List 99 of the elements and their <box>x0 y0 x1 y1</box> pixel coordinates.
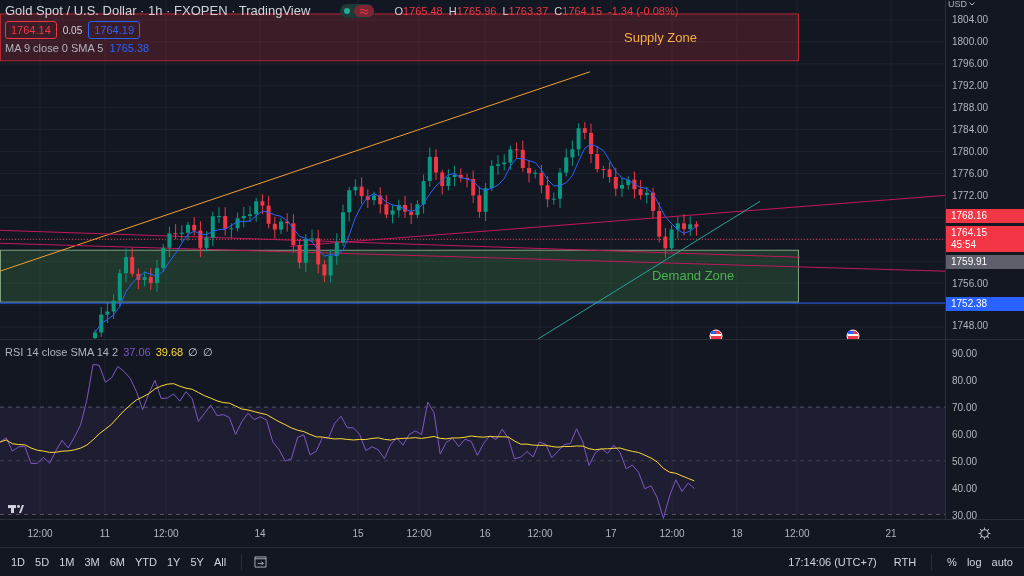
ohlc-label: C <box>554 4 563 17</box>
time-tick: 14 <box>254 528 266 539</box>
time-tick: 12:00 <box>406 528 432 539</box>
candlestick <box>372 191 376 206</box>
price-change: -1.34 (-0.08%) <box>608 4 679 17</box>
time-tick: 17 <box>605 528 617 539</box>
rsi-tick: 90.00 <box>952 348 978 359</box>
price-tick: 1792.00 <box>952 79 989 91</box>
candlestick <box>403 195 407 219</box>
range-button[interactable]: 1D <box>8 554 29 570</box>
ohlc-label: L <box>502 4 509 17</box>
currency-selector[interactable]: USD <box>946 0 975 8</box>
rsi-tick: 40.00 <box>952 483 978 494</box>
indicator-value: 39.68 <box>155 346 184 359</box>
candlestick <box>93 329 97 339</box>
price-tick: 1772.00 <box>952 189 989 201</box>
indicator-value: ∅ <box>203 346 214 359</box>
price-badge: 1759.91 <box>946 255 1024 269</box>
ohlc-value: 1765.48 <box>402 4 443 17</box>
range-button[interactable]: All <box>210 554 230 570</box>
candlestick <box>496 154 500 176</box>
scale-button[interactable]: % <box>944 554 960 570</box>
time-tick: 12:00 <box>659 528 685 539</box>
time-tick: 18 <box>731 528 743 539</box>
time-tick: 12:00 <box>27 528 53 539</box>
candlestick <box>217 206 221 224</box>
spread-value: 0.05 <box>62 24 83 36</box>
candlestick <box>465 173 469 188</box>
candlestick <box>248 205 252 223</box>
rsi-tick: 30.00 <box>952 510 978 521</box>
range-button[interactable]: 3M <box>81 554 103 570</box>
ohlc-value: 1764.15 <box>562 4 603 17</box>
time-tick: 21 <box>885 528 897 539</box>
price-tick: 1788.00 <box>952 101 989 113</box>
ohlc-value: 1763.37 <box>508 4 549 17</box>
price-tick: 1756.00 <box>952 277 989 289</box>
candlestick <box>651 187 655 219</box>
zone-label: Supply Zone <box>624 29 697 45</box>
range-button[interactable]: 6M <box>106 554 128 570</box>
logo-icon <box>8 505 24 514</box>
ohlc-label: O <box>394 4 403 17</box>
time-tick: 12:00 <box>784 528 810 539</box>
price-tick: 1800.00 <box>952 35 989 47</box>
time-tick: 16 <box>479 528 491 539</box>
caret-icon <box>969 2 975 6</box>
ohlc-label: H <box>448 4 457 17</box>
chart-title: Gold Spot / U.S. Dollar · 1h · FXOPEN · TradingView <box>5 3 311 18</box>
rsi-tick: 60.00 <box>952 429 978 440</box>
candlestick <box>434 148 438 181</box>
price-badge: 1768.16 <box>946 209 1024 223</box>
candlestick <box>124 248 128 283</box>
indicator-value: ∅ <box>188 346 199 359</box>
candlestick <box>589 123 593 164</box>
candlestick <box>620 177 624 198</box>
market-open-icon <box>344 7 351 14</box>
candlestick <box>279 217 283 235</box>
flag-icon[interactable] <box>709 329 723 339</box>
range-button[interactable]: 5D <box>32 554 53 570</box>
price-tick: 1784.00 <box>952 123 989 135</box>
clock-time[interactable]: 17:14:06 (UTC+7) <box>788 556 877 568</box>
candlestick <box>527 160 531 183</box>
price-badge: 1764.15 45:54 <box>946 226 1024 252</box>
rsi-tick: 70.00 <box>952 402 978 413</box>
indicator-label: RSI 14 close SMA 14 2 <box>5 346 119 359</box>
scale-button[interactable]: log <box>963 554 985 570</box>
range-button[interactable]: 1M <box>56 554 78 570</box>
flag-icon[interactable] <box>846 329 860 339</box>
candlestick <box>155 259 159 293</box>
price-tick: 1804.00 <box>952 13 989 25</box>
candlestick <box>558 167 562 209</box>
price-tick: 1796.00 <box>952 57 989 69</box>
indicator-value: 1765.38 <box>109 42 150 54</box>
session-button[interactable]: RTH <box>890 554 920 570</box>
price-tick: 1748.00 <box>952 319 989 331</box>
range-button[interactable]: 1Y <box>163 554 184 570</box>
data-delay-icon <box>354 4 375 17</box>
time-tick: 12:00 <box>527 528 553 539</box>
sell-button[interactable]: 1764.14 <box>5 21 57 39</box>
settings-icon[interactable] <box>978 527 991 540</box>
indicator-label: MA 9 close 0 SMA 5 <box>5 42 104 54</box>
price-tick: 1776.00 <box>952 167 989 179</box>
rsi-tick: 50.00 <box>952 456 978 467</box>
scale-button[interactable]: auto <box>988 554 1016 570</box>
calendar-arrow-icon[interactable] <box>254 556 268 568</box>
candlestick <box>186 221 190 242</box>
time-tick: 15 <box>352 528 364 539</box>
candlestick <box>341 203 345 247</box>
zone-label: Demand Zone <box>652 268 735 284</box>
candlestick <box>310 229 314 243</box>
price-badge: 1752.38 <box>946 297 1024 311</box>
time-tick: 12:00 <box>153 528 179 539</box>
price-tick: 1780.00 <box>952 145 989 157</box>
ohlc-value: 1765.96 <box>456 4 497 17</box>
time-tick: 11 <box>99 528 111 539</box>
rsi-tick: 80.00 <box>952 375 978 386</box>
range-button[interactable]: YTD <box>131 554 160 570</box>
candlestick <box>682 213 686 237</box>
indicator-value: 37.06 <box>123 346 151 359</box>
range-button[interactable]: 5Y <box>187 554 207 570</box>
